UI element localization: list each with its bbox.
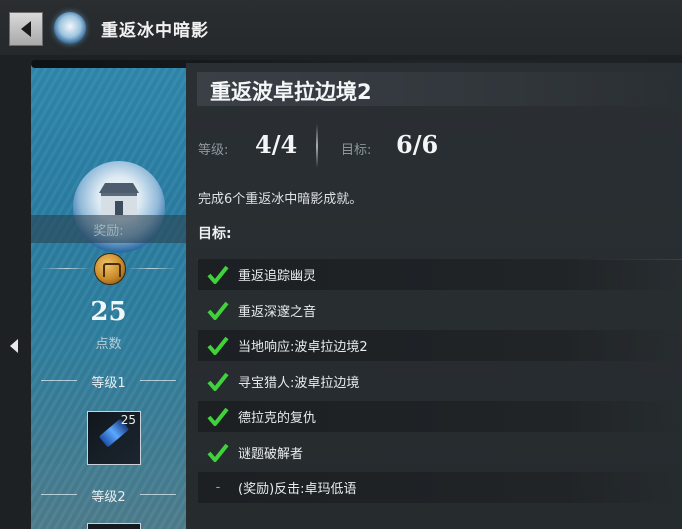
back-button[interactable] <box>9 12 43 46</box>
objective-text: 重返深邃之音 <box>238 305 317 320</box>
reward-item-slot-2[interactable] <box>87 523 141 529</box>
objective-row: 当地响应:波卓拉边境2 <box>198 330 682 361</box>
objective-text: 重返追踪幽灵 <box>238 269 317 284</box>
achievement-description: 完成6个重返冰中暗影成就。 <box>198 192 363 207</box>
checkmark-icon <box>198 443 238 463</box>
objective-text: 德拉克的复仇 <box>238 411 317 426</box>
goal-value: 6/6 <box>396 130 439 159</box>
objective-row: 重返深邃之音 <box>198 295 682 326</box>
objective-text: 当地响应:波卓拉边境2 <box>238 340 368 355</box>
objective-row: 谜题破解者 <box>198 437 682 468</box>
checkmark-icon <box>198 407 238 427</box>
reward-panel: 奖励: 25 点数 等级1 25 等级2 <box>31 63 186 529</box>
tier-label: 等级: <box>198 143 229 158</box>
goal-label: 目标: <box>341 143 372 158</box>
checkmark-icon <box>198 336 238 356</box>
item-count: 25 <box>120 413 136 427</box>
chevron-left-icon <box>21 21 31 37</box>
reward-item-slot[interactable]: 25 <box>87 411 141 465</box>
objective-row: 寻宝猎人:波卓拉边境 <box>198 366 682 397</box>
top-bar: 重返冰中暗影 <box>0 0 682 55</box>
achievement-points-icon <box>94 253 126 285</box>
points-value: 25 <box>90 297 127 327</box>
objective-text: 谜题破解者 <box>238 447 304 462</box>
incomplete-marker: - <box>215 480 221 495</box>
tier-2-label: 等级2 <box>91 490 126 505</box>
reward-label: 奖励: <box>31 215 186 243</box>
tier-1-label: 等级1 <box>91 376 126 391</box>
achievement-title: 重返波卓拉边境2 <box>210 80 372 104</box>
objective-row: 重返追踪幽灵 <box>198 259 682 290</box>
checkmark-icon <box>198 265 238 285</box>
achievement-category-icon <box>54 12 86 44</box>
checkmark-icon <box>198 372 238 392</box>
objective-text: 寻宝猎人:波卓拉边境 <box>238 376 360 391</box>
objective-row: - (奖励)反击:卓玛低语 <box>198 472 682 503</box>
objective-row: 德拉克的复仇 <box>198 401 682 432</box>
objectives-heading: 目标: <box>198 226 232 242</box>
collapse-arrow-icon[interactable] <box>9 339 19 353</box>
objective-text: (奖励)反击:卓玛低语 <box>238 482 357 497</box>
stat-divider <box>316 124 318 168</box>
checkmark-icon <box>198 301 238 321</box>
tier-value: 4/4 <box>255 130 298 159</box>
points-label: 点数 <box>95 337 122 352</box>
page-title: 重返冰中暗影 <box>101 21 209 41</box>
